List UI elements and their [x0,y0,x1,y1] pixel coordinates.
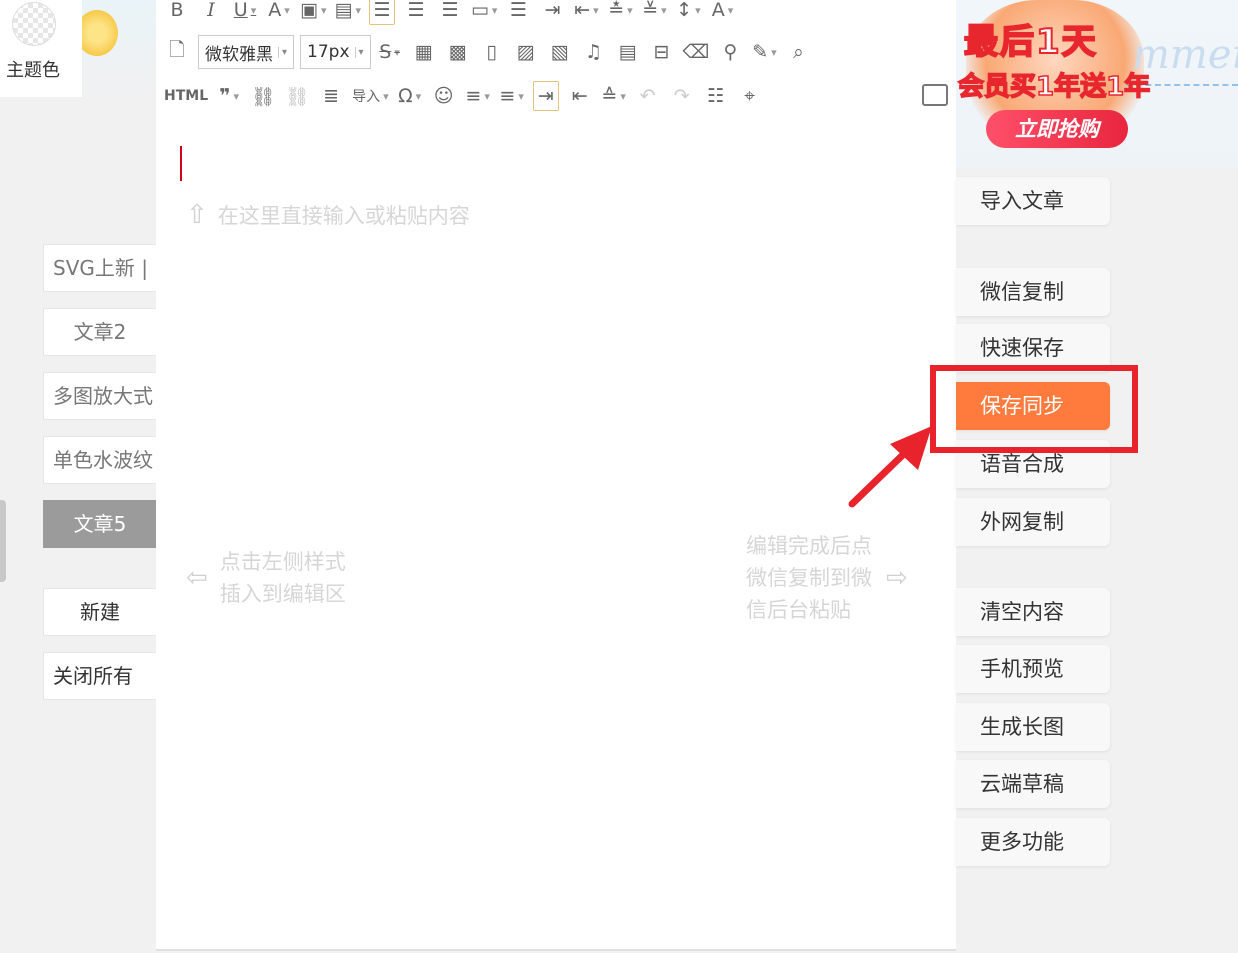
unordered-list-icon[interactable]: ≡ [499,81,525,111]
grid-table-icon[interactable]: ▩ [445,37,471,67]
left-hint-line-1: 点击左侧样式 [219,550,346,574]
table-icon[interactable]: ▦ [411,37,437,67]
multi-image-icon[interactable]: ▧ [547,37,573,67]
more-features-button[interactable]: 更多功能 [956,818,1110,866]
arrow-up-icon: ⇧ [186,200,208,230]
line-height-icon[interactable]: ↕ [675,0,701,25]
map-icon[interactable]: ⌖ [737,81,763,111]
theme-color-label: 主题色 [6,60,60,81]
article-tab-2[interactable]: 文章2 [43,308,156,356]
transparent-swatch-icon[interactable] [12,2,56,46]
paragraph-icon[interactable]: ≣ [318,81,344,111]
toolbar-row-3: HTML ❞ ⛓ ⛓ ≣ 导入 Ω ☺ ≡ ≡ ⇥ ⇤ ≙ ↶ ↷ ☷ ⌖ [164,80,771,112]
chevron-down-icon: ▾ [354,46,364,58]
align-right-icon[interactable]: ☰ [437,0,463,25]
import-article-button[interactable]: 导入文章 [956,177,1110,225]
bold-icon[interactable]: B [164,0,190,25]
image-icon[interactable]: ▨ [513,37,539,67]
list-style-icon[interactable]: ☷ [703,81,729,111]
cloud-draft-button[interactable]: 云端草稿 [956,760,1110,808]
editor-area[interactable]: B I U A ▣ ▤ ☰ ☰ ☰ ▭ ☰ ⇥ ⇤ ≛ ≚ ↕ A 🗋 微软雅黑… [156,0,956,951]
video-icon[interactable]: ▤ [615,37,641,67]
music-icon[interactable]: ♫ [581,37,607,67]
right-hint: 编辑完成后点 微信复制到微 信后台粘贴 ⇨ [746,530,908,626]
emoji-icon[interactable]: ☺ [431,81,457,111]
article-tab-4[interactable]: 单色水波纹 [43,436,156,484]
import-menu[interactable]: 导入 [352,81,389,111]
editor-placeholder-text: 在这里直接输入或粘贴内容 [217,204,470,228]
font-family-select[interactable]: 微软雅黑 ▾ [198,35,295,69]
strikethrough-icon[interactable]: S [377,37,403,67]
promo-banner[interactable]: mmer 最后1天 会员买1年送1年 立即抢购 [956,0,1238,168]
promo-subline: 会员买1年送1年 [957,71,1151,103]
italic-icon[interactable]: I [198,0,224,25]
magic-wand-icon[interactable]: ✎ [751,37,777,67]
spacing-bottom-icon[interactable]: ≚ [641,0,667,25]
arrow-left-icon: ⇦ [186,563,208,593]
editor-bottom-border [156,949,956,951]
font-family-value: 微软雅黑 [205,44,273,65]
promo-headline: 最后1天 [963,21,1098,63]
external-copy-button[interactable]: 外网复制 [956,498,1110,546]
long-image-button[interactable]: 生成长图 [956,703,1110,751]
close-all-button[interactable]: 关闭所有 [43,652,156,700]
spacing-top-icon[interactable]: ≛ [607,0,633,25]
indent-icon[interactable]: ⇥ [539,0,565,25]
chevron-down-icon: ▾ [278,46,287,58]
fullscreen-icon[interactable] [922,84,948,106]
editor-placeholder: ⇧ 在这里直接输入或粘贴内容 [186,200,470,230]
find-replace-icon[interactable]: ⌕ [785,37,811,67]
redo-icon[interactable]: ↷ [669,81,695,111]
theme-color-picker[interactable]: 主题色 [0,0,82,97]
text-direction-icon[interactable]: ⇥ [532,81,559,111]
mobile-preview-button[interactable]: 手机预览 [956,645,1110,693]
highlight-icon[interactable]: ▤ [334,0,360,25]
underline-icon[interactable]: U [232,0,258,25]
text-background-icon[interactable]: ▣ [300,0,326,25]
clear-content-button[interactable]: 清空内容 [956,588,1110,636]
word-import-icon[interactable]: ▯ [479,37,505,67]
quote-icon[interactable]: ❞ [216,81,242,111]
image-float-icon[interactable]: ▭ [471,0,497,25]
article-tab-1[interactable]: SVG上新 | [43,244,156,292]
annotation-highlight-box [930,365,1138,453]
text-direction-rtl-icon[interactable]: ⇤ [567,81,593,111]
justify-icon[interactable]: ☰ [505,0,531,25]
lemon-decoration-icon [76,10,118,56]
toolbar-row-2: 🗋 微软雅黑 ▾ 17px ▾ S ▦ ▩ ▯ ▨ ▧ ♫ ▤ ⊟ ⌫ ⚲ ✎ … [164,35,819,69]
ordered-list-icon[interactable]: ≡ [465,81,491,111]
outdent-icon[interactable]: ⇤ [573,0,599,25]
new-article-button[interactable]: 新建 [43,588,156,636]
text-cursor [180,146,182,181]
article-tab-5[interactable]: 文章5 [43,500,156,548]
undo-icon[interactable]: ↶ [635,81,661,111]
font-size-value: 17px [307,42,350,62]
arrow-right-icon: ⇨ [886,563,908,593]
toolbar-row-1: B I U A ▣ ▤ ☰ ☰ ☰ ▭ ☰ ⇥ ⇤ ≛ ≚ ↕ A [164,0,743,26]
align-left-icon[interactable]: ☰ [368,0,395,25]
collapse-handle[interactable] [0,500,6,582]
promo-buy-button[interactable]: 立即抢购 [986,110,1128,148]
link-icon[interactable]: ⛓ [250,81,276,111]
right-hint-line-2: 微信复制到微 [746,566,872,590]
wechat-copy-button[interactable]: 微信复制 [956,268,1110,316]
document-icon[interactable]: 🗋 [164,37,190,67]
font-color-icon[interactable]: A [266,0,292,25]
left-hint-line-2: 插入到编辑区 [219,582,346,606]
align-center-icon[interactable]: ☰ [403,0,429,25]
divider-icon[interactable]: ⊟ [649,37,675,67]
font-size-select[interactable]: 17px ▾ [300,35,371,69]
special-char-icon[interactable]: Ω [397,81,423,111]
article-tab-3[interactable]: 多图放大式 [43,372,156,420]
letter-spacing-icon[interactable]: A [709,0,735,25]
text-transform-icon[interactable]: ≙ [601,81,627,111]
right-hint-line-3: 信后台粘贴 [746,598,851,622]
left-hint: ⇦ 点击左侧样式 插入到编辑区 [186,546,346,610]
unlink-icon[interactable]: ⛓ [284,81,310,111]
right-hint-line-1: 编辑完成后点 [746,534,872,558]
eraser-icon[interactable]: ⌫ [683,37,710,67]
format-brush-icon[interactable]: ⚲ [717,37,743,67]
html-button[interactable]: HTML [164,81,208,111]
